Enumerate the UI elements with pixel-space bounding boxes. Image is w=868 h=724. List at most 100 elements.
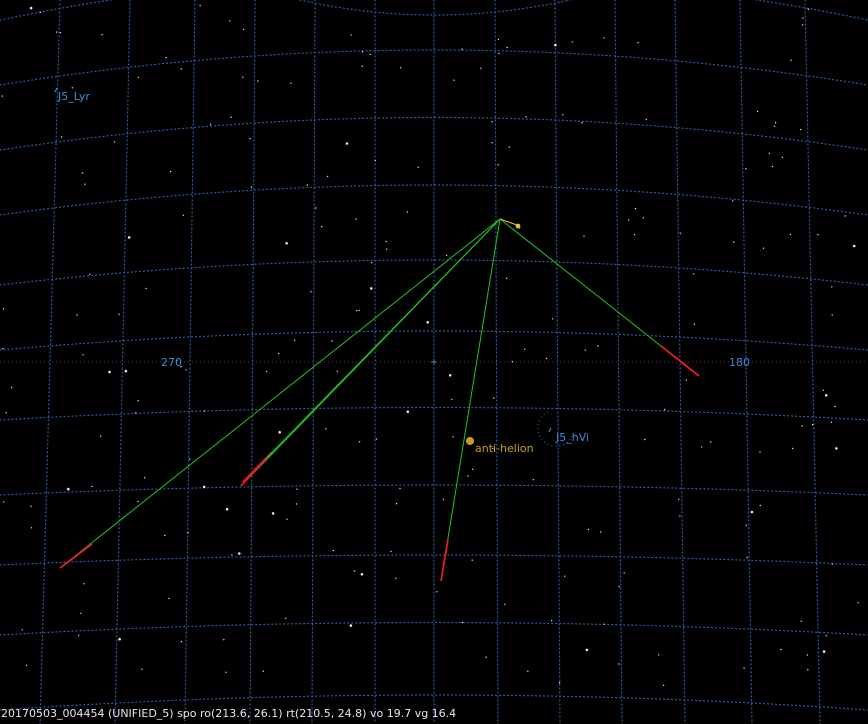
star	[743, 667, 745, 669]
star	[634, 207, 637, 210]
star	[180, 641, 183, 643]
star-field	[1, 4, 859, 686]
star	[618, 586, 620, 588]
star	[733, 241, 735, 243]
star	[679, 232, 681, 234]
star	[127, 236, 131, 239]
star	[10, 386, 13, 389]
star	[637, 41, 639, 44]
star	[118, 313, 120, 315]
star	[745, 524, 747, 526]
star	[356, 310, 358, 312]
star	[80, 612, 82, 615]
star	[506, 277, 508, 279]
star	[806, 654, 809, 656]
meteor-tracks	[59, 218, 700, 582]
star	[315, 207, 317, 209]
star	[768, 152, 770, 154]
star	[554, 43, 557, 47]
star	[113, 141, 116, 143]
star	[446, 254, 448, 257]
star	[223, 639, 225, 641]
anti-helion-label: anti-helion	[475, 442, 534, 455]
star	[587, 528, 590, 531]
star	[773, 125, 776, 128]
star	[822, 389, 824, 391]
center-crosshair	[431, 359, 437, 365]
star	[135, 412, 137, 414]
sky-view[interactable]: 270 180 J5_Lyr J5_hVi anti-helion 201705…	[0, 0, 868, 724]
star	[59, 32, 62, 34]
star	[506, 46, 508, 49]
star	[633, 234, 636, 236]
star	[350, 34, 352, 36]
star	[358, 441, 361, 443]
star	[99, 435, 102, 437]
star	[203, 410, 206, 412]
star	[558, 682, 561, 684]
star	[551, 620, 553, 622]
star	[326, 175, 329, 178]
star	[180, 68, 182, 70]
star	[467, 475, 469, 477]
star	[461, 621, 464, 624]
star	[600, 531, 602, 533]
star	[525, 116, 527, 118]
star	[124, 369, 128, 373]
radiant-tick-lyr	[54, 87, 58, 93]
star	[30, 527, 33, 529]
star	[249, 137, 251, 140]
star	[375, 438, 378, 440]
star	[231, 554, 233, 556]
star	[371, 262, 373, 264]
star	[732, 200, 734, 202]
star	[141, 668, 143, 670]
star	[442, 498, 445, 501]
star	[452, 436, 454, 438]
star	[144, 477, 146, 479]
star	[756, 110, 759, 113]
star	[325, 428, 327, 430]
meteor-segment	[242, 457, 267, 483]
star	[802, 17, 804, 19]
star	[453, 79, 455, 81]
star	[118, 637, 121, 641]
star	[844, 215, 846, 217]
radiant-label-lyr[interactable]: J5_Lyr	[58, 90, 90, 103]
star	[395, 577, 397, 579]
star	[370, 287, 373, 290]
star	[685, 379, 688, 381]
star	[278, 353, 280, 355]
star	[498, 52, 500, 55]
star	[834, 405, 836, 408]
star	[84, 183, 86, 185]
star	[202, 485, 206, 489]
star	[345, 142, 349, 145]
star	[353, 570, 356, 572]
grid-meridian	[554, 0, 561, 724]
star	[642, 217, 644, 219]
star	[831, 563, 833, 565]
star	[306, 184, 309, 186]
star	[310, 291, 312, 293]
star	[471, 468, 474, 470]
star	[701, 446, 703, 448]
star	[807, 669, 809, 671]
star	[331, 340, 333, 342]
star	[257, 80, 259, 82]
radiant-label-hvi[interactable]: J5_hVi	[556, 431, 589, 444]
star	[361, 51, 364, 53]
star	[781, 156, 784, 159]
star	[89, 273, 91, 276]
star	[406, 410, 410, 414]
star	[262, 670, 264, 672]
star	[817, 233, 819, 236]
azimuth-label-180: 180	[729, 356, 750, 369]
star	[30, 505, 32, 507]
star	[581, 122, 583, 124]
star	[759, 451, 761, 453]
star	[678, 498, 680, 501]
star	[286, 518, 288, 520]
star	[321, 225, 323, 228]
star	[385, 240, 387, 243]
